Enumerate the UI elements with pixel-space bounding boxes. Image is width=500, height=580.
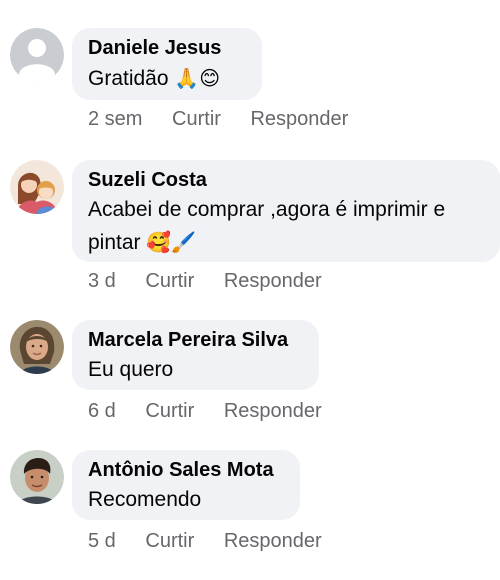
comment-author[interactable]: Daniele Jesus xyxy=(88,34,246,62)
reply-button[interactable]: Responder xyxy=(224,270,322,292)
like-button[interactable]: Curtir xyxy=(172,108,221,130)
comment-actions: 5 d Curtir Responder xyxy=(88,530,346,553)
illustrated-family-avatar-icon xyxy=(10,160,64,214)
default-avatar-icon xyxy=(10,28,64,82)
avatar[interactable] xyxy=(10,28,64,82)
comment-time[interactable]: 6 d xyxy=(88,400,116,422)
comment-actions: 6 d Curtir Responder xyxy=(88,400,346,423)
comment-text: Eu quero xyxy=(88,354,303,386)
like-button[interactable]: Curtir xyxy=(145,270,194,292)
comment-time[interactable]: 2 sem xyxy=(88,108,142,130)
comment-bubble: Antônio Sales Mota Recomendo xyxy=(72,450,300,520)
comment-author[interactable]: Marcela Pereira Silva xyxy=(88,326,303,354)
avatar[interactable] xyxy=(10,320,64,374)
comment-actions: 3 d Curtir Responder xyxy=(88,270,346,293)
reply-button[interactable]: Responder xyxy=(250,108,348,130)
comment-text: Acabei de comprar ,agora é imprimir e pi… xyxy=(88,194,484,259)
comment-text-content: Recomendo xyxy=(88,488,202,511)
comment-emojis: 🥰🖌️ xyxy=(146,230,197,254)
comment-emojis: 🙏😊 xyxy=(174,66,221,90)
comment-author[interactable]: Antônio Sales Mota xyxy=(88,456,284,484)
avatar[interactable] xyxy=(10,160,64,214)
comment-time[interactable]: 5 d xyxy=(88,530,116,552)
comment-bubble: Daniele Jesus Gratidão 🙏😊 xyxy=(72,28,262,100)
comment-actions: 2 sem Curtir Responder xyxy=(88,108,372,131)
comment-text-content: Acabei de comprar ,agora é imprimir e pi… xyxy=(88,198,446,254)
like-button[interactable]: Curtir xyxy=(145,400,194,422)
comment-bubble: Marcela Pereira Silva Eu quero xyxy=(72,320,319,390)
comment-text: Recomendo xyxy=(88,484,284,516)
comment-bubble: Suzeli Costa Acabei de comprar ,agora é … xyxy=(72,160,500,262)
reply-button[interactable]: Responder xyxy=(224,530,322,552)
like-button[interactable]: Curtir xyxy=(145,530,194,552)
comment-text-content: Eu quero xyxy=(88,358,174,381)
comment-author[interactable]: Suzeli Costa xyxy=(88,166,484,194)
reply-button[interactable]: Responder xyxy=(224,400,322,422)
avatar[interactable] xyxy=(10,450,64,504)
comment-text: Gratidão 🙏😊 xyxy=(88,62,246,95)
comment-text-content: Gratidão xyxy=(88,67,169,90)
man-photo-avatar-icon xyxy=(10,450,64,504)
woman-photo-avatar-icon xyxy=(10,320,64,374)
comment-time[interactable]: 3 d xyxy=(88,270,116,292)
